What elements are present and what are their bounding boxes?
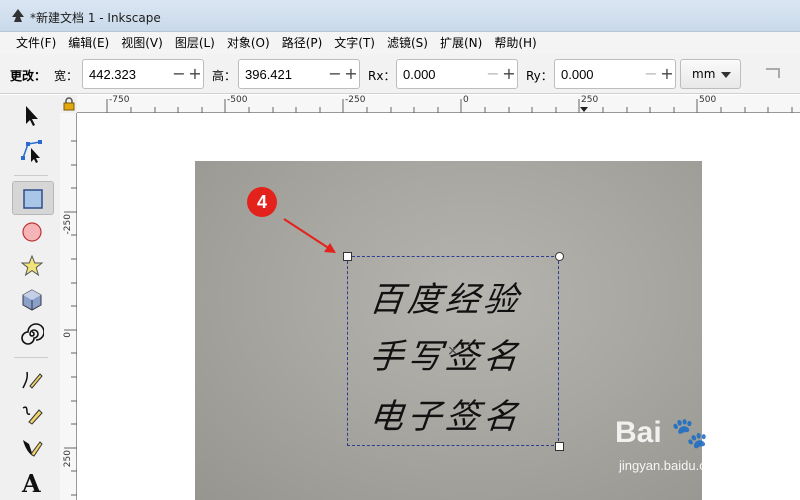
resize-handle-top-left[interactable]: [343, 252, 352, 261]
chevron-down-icon: [721, 72, 731, 78]
height-increment-button[interactable]: +: [343, 66, 359, 82]
calligraphy-tool-icon[interactable]: [12, 431, 54, 465]
box-3d-tool-icon[interactable]: [12, 283, 54, 317]
baidu-watermark: Bai 🐾 经验 jingyan.baidu.com: [615, 412, 795, 492]
ellipse-tool-icon[interactable]: [12, 215, 54, 249]
node-tool-icon[interactable]: [12, 133, 54, 167]
ry-increment-button[interactable]: +: [659, 66, 675, 82]
ry-decrement-button[interactable]: −: [643, 66, 659, 82]
height-label: 高：: [212, 69, 237, 83]
ruler-tick-label: 250: [581, 95, 599, 105]
width-spinbox[interactable]: 442.323 − +: [82, 59, 204, 89]
ruler-tick-label: -500: [227, 95, 248, 105]
change-label: 更改：: [10, 69, 47, 83]
menu-text[interactable]: 文字(T): [328, 33, 381, 53]
menu-path[interactable]: 路径(P): [276, 33, 329, 53]
tool-controls-bar: 更改： 宽： 442.323 − + 高： 396.421 − + Rx： 0.…: [0, 54, 800, 94]
text-tool-icon[interactable]: A: [12, 465, 54, 499]
ry-spinbox[interactable]: 0.000 − +: [554, 59, 676, 89]
rectangle-tool-icon[interactable]: [12, 181, 54, 215]
ruler-tick-label: 500: [699, 95, 717, 105]
rotation-center-icon[interactable]: ×: [447, 343, 459, 359]
menu-help[interactable]: 帮助(H): [488, 33, 542, 53]
menu-view[interactable]: 视图(V): [115, 33, 169, 53]
menu-extensions[interactable]: 扩展(N): [434, 33, 488, 53]
star-tool-icon[interactable]: [12, 249, 54, 283]
corner-radius-handle[interactable]: [555, 252, 564, 261]
rx-spinbox[interactable]: 0.000 − +: [396, 59, 518, 89]
ruler-tick-label: -250: [345, 95, 366, 105]
vertical-ruler[interactable]: -250 0 250: [60, 113, 77, 500]
height-value[interactable]: 396.421: [245, 67, 292, 82]
ruler-tick-label: 250: [63, 450, 73, 468]
ruler-tick-label: -250: [63, 214, 73, 235]
watermark-brand-suffix: 经验: [705, 424, 758, 454]
menu-bar: 文件(F) 编辑(E) 视图(V) 图层(L) 对象(O) 路径(P) 文字(T…: [0, 32, 800, 54]
spiral-tool-icon[interactable]: [12, 317, 54, 351]
corner-rounding-icon: [766, 68, 780, 78]
pen-tool-icon[interactable]: [12, 397, 54, 431]
toolbox-separator: [14, 357, 48, 358]
rx-value[interactable]: 0.000: [403, 67, 436, 82]
ruler-tick-label: 0: [463, 95, 469, 105]
menu-layer[interactable]: 图层(L): [169, 33, 221, 53]
ruler-tick-label: -750: [109, 95, 130, 105]
ry-label: Ry：: [526, 69, 553, 83]
title-bar: *新建文档 1 - Inkscape: [0, 0, 800, 32]
rx-label: Rx：: [368, 69, 396, 83]
inkscape-app-icon: [10, 8, 26, 24]
watermark-url: jingyan.baidu.com: [619, 458, 724, 473]
menu-object[interactable]: 对象(O): [221, 33, 276, 53]
selector-tool-icon[interactable]: [12, 99, 54, 133]
unit-value: mm: [692, 67, 716, 81]
window-title: *新建文档 1 - Inkscape: [30, 11, 161, 25]
resize-handle-bottom-right[interactable]: [555, 442, 564, 451]
menu-filters[interactable]: 滤镜(S): [381, 33, 434, 53]
rx-increment-button[interactable]: +: [501, 66, 517, 82]
toolbox-separator: [14, 175, 48, 176]
width-label: 宽：: [54, 69, 79, 83]
width-increment-button[interactable]: +: [187, 66, 203, 82]
menu-file[interactable]: 文件(F): [10, 33, 62, 53]
width-decrement-button[interactable]: −: [171, 66, 187, 82]
height-spinbox[interactable]: 396.421 − +: [238, 59, 360, 89]
height-decrement-button[interactable]: −: [327, 66, 343, 82]
horizontal-ruler[interactable]: -750 -500 -250 0 250 500: [77, 95, 800, 113]
ry-value[interactable]: 0.000: [561, 67, 594, 82]
width-value[interactable]: 442.323: [89, 67, 136, 82]
toolbox: A: [0, 95, 60, 500]
paw-icon: 🐾: [671, 417, 709, 450]
step-number-badge: 4: [247, 187, 277, 217]
ruler-tick-label: 0: [63, 332, 73, 338]
watermark-brand: Bai: [615, 416, 662, 449]
menu-edit[interactable]: 编辑(E): [62, 33, 115, 53]
svg-text:A: A: [21, 470, 41, 494]
unit-dropdown[interactable]: mm: [680, 59, 741, 89]
pencil-tool-icon[interactable]: [12, 363, 54, 397]
rx-decrement-button[interactable]: −: [485, 66, 501, 82]
lock-guides-icon[interactable]: [60, 95, 77, 113]
